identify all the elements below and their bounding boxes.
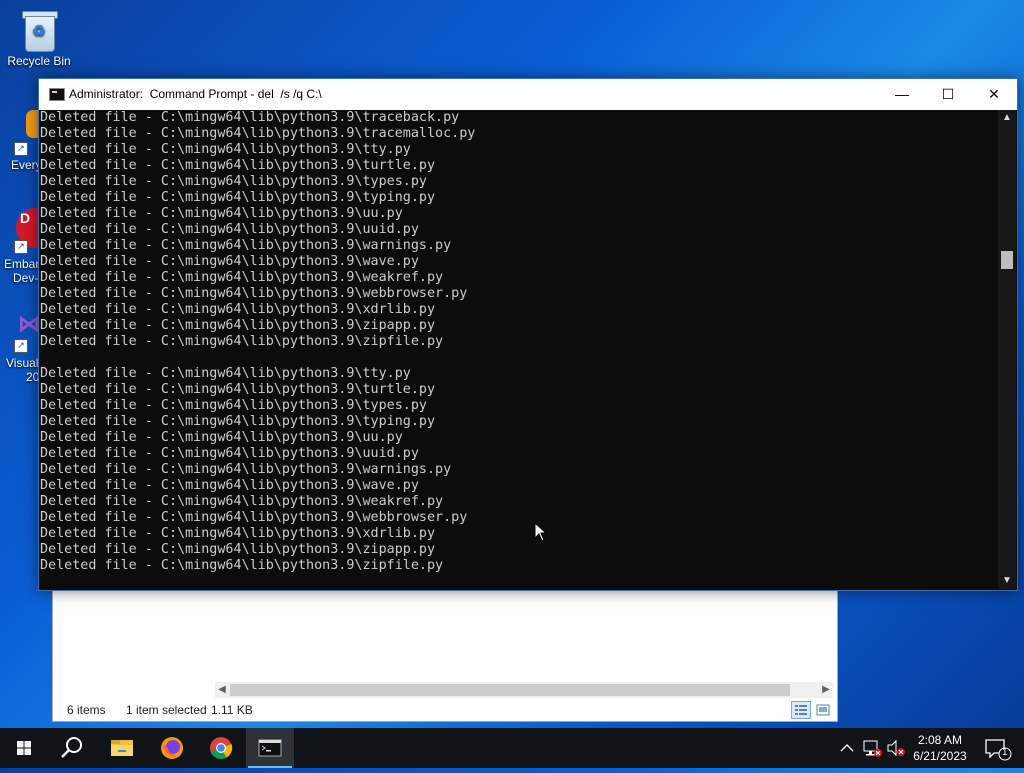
horizontal-scroll-thumb[interactable] [230,684,790,696]
search-button[interactable] [48,728,96,768]
console-line: Deleted file - C:\mingw64\lib\python3.9\… [40,526,436,541]
close-button[interactable]: ✕ [971,79,1017,110]
search-icon [61,737,82,758]
taskbar: 2:08 AM 6/21/2023 1 [0,728,1024,768]
command-prompt-taskbar-button[interactable] [246,728,294,768]
console-line: Deleted file - C:\mingw64\lib\python3.9\… [40,414,436,429]
selection-size: 1.11 KB [211,703,253,717]
shortcut-arrow-icon: ↗ [14,240,28,254]
clock-time: 2:08 AM [917,733,963,747]
maximize-button[interactable]: ☐ [925,79,971,110]
console-output[interactable]: Deleted file - C:\mingw64\lib\python3.9\… [40,110,998,588]
console-line: Deleted file - C:\mingw64\lib\python3.9\… [40,366,411,381]
network-icon [863,740,882,757]
chrome-icon [210,737,233,760]
console-line: Deleted file - C:\mingw64\lib\python3.9\… [40,174,427,189]
details-view-icon[interactable] [791,701,811,719]
item-count: 6 items [67,703,106,717]
windows-start-icon [17,741,31,755]
recycle-bin-shortcut[interactable]: ♻ Recycle Bin [1,8,77,68]
notification-count: 1 [1002,747,1008,758]
command-prompt-window[interactable]: Administrator: Command Prompt - del /s /… [38,78,1018,591]
console-line: Deleted file - C:\mingw64\lib\python3.9\… [40,222,419,237]
scroll-left-icon[interactable]: ◀ [215,682,229,698]
notification-icon [985,739,1012,761]
minimize-button[interactable]: — [879,79,925,110]
title-bar[interactable]: Administrator: Command Prompt - del /s /… [39,79,1017,110]
visual-studio-icon: ⋈ [18,311,40,336]
network-button[interactable] [861,728,883,768]
shortcut-arrow-icon: ↗ [14,142,28,156]
visual-studio-label: Visual [6,356,39,370]
console-line: Deleted file - C:\mingw64\lib\python3.9\… [40,462,452,477]
file-explorer-taskbar-button[interactable] [98,728,146,768]
console-line: Deleted file - C:\mingw64\lib\python3.9\… [40,206,403,221]
console-line: Deleted file - C:\mingw64\lib\python3.9\… [40,270,444,285]
console-line: Deleted file - C:\mingw64\lib\python3.9\… [40,430,403,445]
shortcut-arrow-icon: ↗ [14,339,28,353]
scroll-down-icon[interactable]: ▼ [998,573,1016,589]
file-explorer-icon [111,740,133,756]
console-line: Deleted file - C:\mingw64\lib\python3.9\… [40,398,427,413]
chevron-up-icon [840,744,854,752]
firefox-icon [161,737,183,759]
console-line: Deleted file - C:\mingw64\lib\python3.9\… [40,318,436,333]
file-explorer-window: ◀ ▶ 6 items 1 item selected 1.11 KB [52,585,838,722]
recycle-bin-icon: ♻ [21,8,58,52]
console-line: Deleted file - C:\mingw64\lib\python3.9\… [40,510,468,525]
volume-button[interactable] [885,728,907,768]
status-bar: 6 items 1 item selected 1.11 KB [53,699,837,721]
console-line: Deleted file - C:\mingw64\lib\python3.9\… [40,478,419,493]
selection-status: 1 item selected [126,703,207,717]
console-line: Deleted file - C:\mingw64\lib\python3.9\… [40,126,476,141]
console-line: Deleted file - C:\mingw64\lib\python3.9\… [40,142,411,157]
command-prompt-icon [49,88,65,101]
volume-muted-icon [887,739,905,757]
scroll-up-icon[interactable]: ▲ [998,110,1016,126]
console-line: Deleted file - C:\mingw64\lib\python3.9\… [40,110,460,125]
horizontal-scrollbar[interactable]: ◀ ▶ [215,682,833,698]
console-line: Deleted file - C:\mingw64\lib\python3.9\… [40,286,468,301]
vertical-scrollbar[interactable]: ▲ ▼ [998,110,1016,589]
notification-center-button[interactable]: 1 [978,728,1018,768]
console-line: Deleted file - C:\mingw64\lib\python3.9\… [40,382,436,397]
console-line: Deleted file - C:\mingw64\lib\python3.9\… [40,558,444,573]
firefox-taskbar-button[interactable] [148,728,196,768]
large-icons-view-icon[interactable] [813,701,833,719]
command-prompt-icon [258,739,282,757]
console-line: Deleted file - C:\mingw64\lib\python3.9\… [40,494,444,509]
embarcadero-label: Embar [4,257,40,271]
console-line: Deleted file - C:\mingw64\lib\python3.9\… [40,334,444,349]
console-line: Deleted file - C:\mingw64\lib\python3.9\… [40,190,436,205]
console-line: Deleted file - C:\mingw64\lib\python3.9\… [40,238,452,253]
console-line: Deleted file - C:\mingw64\lib\python3.9\… [40,254,419,269]
embarcadero-label-2: Dev- [13,271,39,285]
chrome-taskbar-button[interactable] [197,728,245,768]
scroll-right-icon[interactable]: ▶ [819,682,833,698]
vertical-scroll-thumb[interactable] [1001,251,1013,269]
start-button[interactable] [0,728,48,768]
show-hidden-icons-button[interactable] [837,728,857,768]
clock[interactable]: 2:08 AM 6/21/2023 [908,732,972,764]
clock-date: 6/21/2023 [913,749,967,763]
console-line: Deleted file - C:\mingw64\lib\python3.9\… [40,158,436,173]
console-line: Deleted file - C:\mingw64\lib\python3.9\… [40,542,436,557]
window-title: Administrator: Command Prompt - del /s /… [69,87,322,101]
recycle-bin-label: Recycle Bin [7,54,71,68]
console-line: Deleted file - C:\mingw64\lib\python3.9\… [40,302,436,317]
console-line: Deleted file - C:\mingw64\lib\python3.9\… [40,446,419,461]
